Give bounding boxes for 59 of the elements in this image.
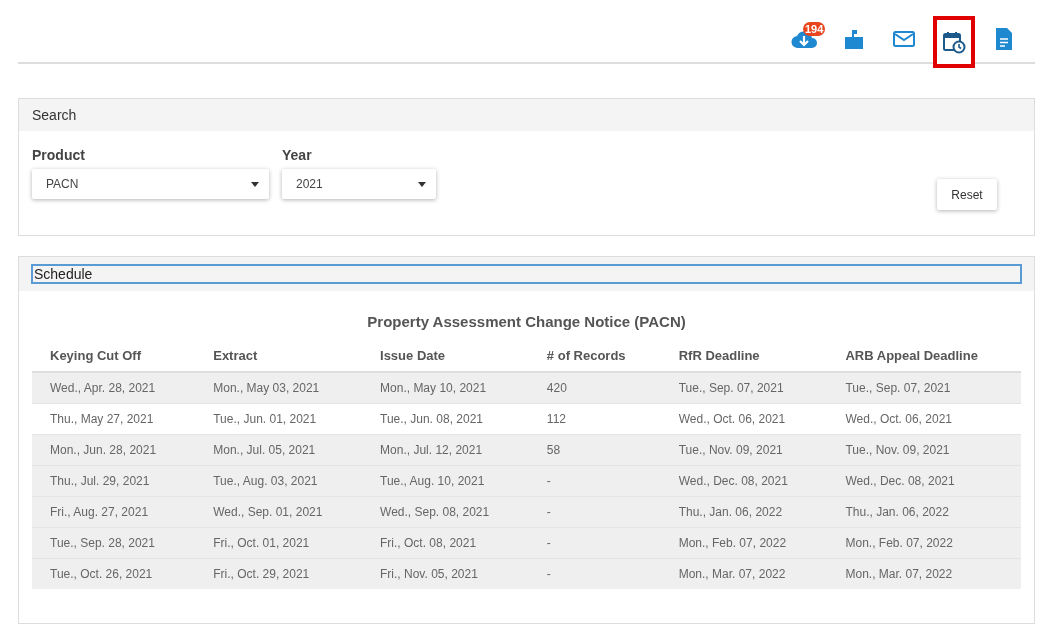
table-cell: Wed., Apr. 28, 2021 (32, 372, 196, 404)
table-cell: Tue., Oct. 26, 2021 (32, 558, 196, 589)
caret-icon (251, 181, 259, 187)
toolbar-button[interactable] (933, 16, 975, 68)
table-cell: Mon., Mar. 07, 2022 (660, 558, 828, 589)
table-cell: Wed., Oct. 06, 2021 (660, 403, 828, 435)
mailbox-icon (843, 28, 865, 50)
table-cell: Mon., Jul. 05, 2021 (195, 434, 363, 466)
table-cell: Wed., Sep. 08, 2021 (362, 496, 529, 528)
table-cell: Fri., Aug. 27, 2021 (32, 496, 196, 528)
dropdown[interactable]: PACN (32, 169, 269, 199)
table-cell: Wed., Dec. 08, 2021 (827, 465, 1021, 497)
table-cell: Mon., Feb. 07, 2022 (827, 527, 1021, 559)
table-cell: - (528, 496, 661, 528)
dropdown[interactable]: 2021 (282, 169, 436, 199)
table-cell: Tue., Sep. 07, 2021 (660, 372, 828, 404)
table-cell: - (528, 527, 661, 559)
reset-button[interactable]: Reset (937, 179, 997, 210)
table-cell: Thu., Jul. 29, 2021 (32, 465, 196, 497)
table-cell: Fri., Nov. 05, 2021 (362, 558, 529, 589)
table-cell: 420 (528, 372, 661, 404)
table-cell: Tue., Jun. 01, 2021 (195, 403, 363, 435)
table-cell: - (528, 465, 661, 497)
field-label: Year (282, 147, 313, 163)
table-cell: Mon., Jul. 12, 2021 (362, 434, 529, 466)
table-cell: 112 (528, 403, 661, 435)
table-cell: Thu., May 27, 2021 (32, 403, 196, 435)
table-cell: Tue., Aug. 10, 2021 (362, 465, 529, 497)
toolbar-button[interactable]: 194 (783, 16, 825, 62)
table-cell: Fri., Oct. 01, 2021 (195, 527, 363, 559)
calendar-clock-icon (942, 30, 966, 54)
table-cell: Wed., Sep. 01, 2021 (195, 496, 363, 528)
table-cell: Tue., Nov. 09, 2021 (827, 434, 1021, 466)
table-cell: Fri., Oct. 08, 2021 (362, 527, 529, 559)
table-cell: Fri., Oct. 29, 2021 (195, 558, 363, 589)
mail-icon (892, 29, 916, 49)
table-cell: Wed., Oct. 06, 2021 (827, 403, 1021, 435)
panel-title: Search (32, 107, 77, 123)
document-icon (994, 27, 1014, 51)
table-cell: 58 (528, 434, 661, 466)
table-cell: Mon., Feb. 07, 2022 (660, 527, 828, 559)
table-cell: Tue., Aug. 03, 2021 (195, 465, 363, 497)
table-cell: Tue., Nov. 09, 2021 (660, 434, 828, 466)
table-cell: Thu., Jan. 06, 2022 (660, 496, 828, 528)
table-cell: Tue., Sep. 07, 2021 (827, 372, 1021, 404)
table-cell: - (528, 558, 661, 589)
table-cell: Thu., Jan. 06, 2022 (827, 496, 1021, 528)
field-label: Product (32, 147, 86, 163)
notification-badge: 194 (803, 22, 826, 36)
table-cell: Tue., Jun. 08, 2021 (362, 403, 529, 435)
table-title: Property Assessment Change Notice (PACN) (366, 313, 687, 330)
table-cell: Tue., Sep. 28, 2021 (32, 527, 196, 559)
table-cell: Wed., Dec. 08, 2021 (660, 465, 828, 497)
table-cell: Mon., May 03, 2021 (195, 372, 363, 404)
panel-title: Schedule (31, 264, 1022, 284)
caret-icon (418, 181, 426, 187)
table-cell: Mon., May 10, 2021 (362, 372, 529, 404)
table-cell: Mon., Mar. 07, 2022 (827, 558, 1021, 589)
table-cell: Mon., Jun. 28, 2021 (32, 434, 196, 466)
